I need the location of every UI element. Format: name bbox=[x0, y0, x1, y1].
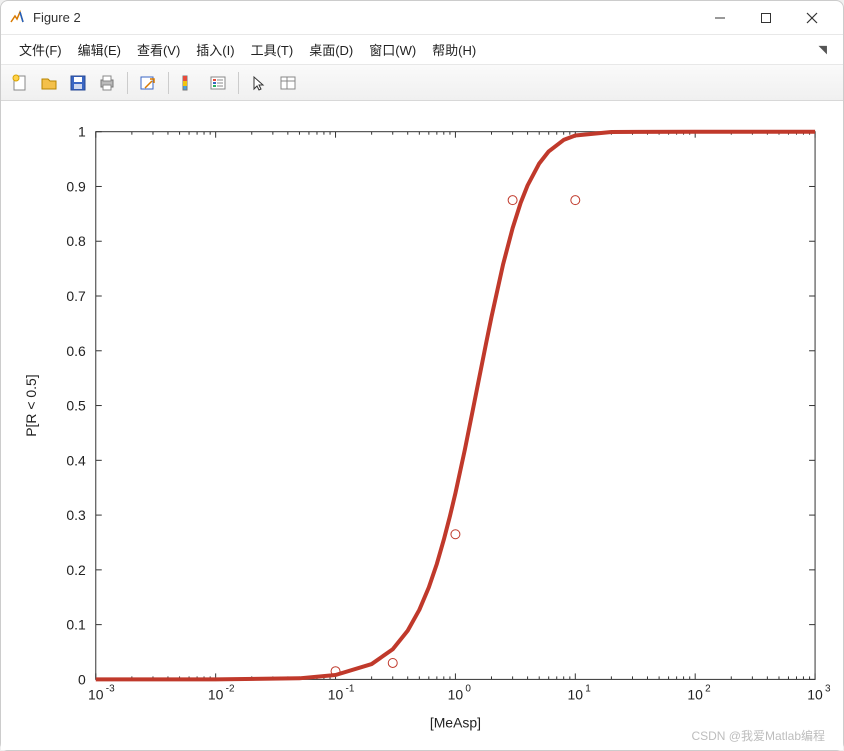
chart-canvas: 10-310-210-110010110210300.10.20.30.40.5… bbox=[1, 101, 843, 750]
svg-text:10: 10 bbox=[208, 686, 224, 702]
svg-text:0: 0 bbox=[465, 683, 471, 694]
menu-view[interactable]: 查看(V) bbox=[129, 36, 188, 63]
menubar: 文件(F) 编辑(E) 查看(V) 插入(I) 工具(T) 桌面(D) 窗口(W… bbox=[1, 35, 843, 65]
svg-text:0.9: 0.9 bbox=[66, 178, 86, 194]
plot-area[interactable]: 10-310-210-110010110210300.10.20.30.40.5… bbox=[1, 101, 843, 750]
menu-overflow-icon[interactable]: ◥ bbox=[819, 43, 833, 56]
svg-text:0.1: 0.1 bbox=[66, 617, 86, 633]
svg-text:0.5: 0.5 bbox=[66, 398, 86, 414]
svg-text:1: 1 bbox=[78, 124, 86, 140]
svg-text:10: 10 bbox=[448, 686, 464, 702]
svg-text:-2: -2 bbox=[226, 683, 235, 694]
menu-insert[interactable]: 插入(I) bbox=[188, 36, 242, 63]
cursor-button[interactable] bbox=[246, 70, 272, 96]
colorbar-button[interactable] bbox=[176, 70, 202, 96]
svg-text:-1: -1 bbox=[346, 683, 355, 694]
svg-text:10: 10 bbox=[88, 686, 104, 702]
svg-text:10: 10 bbox=[568, 686, 584, 702]
svg-text:0.7: 0.7 bbox=[66, 288, 86, 304]
inspector-button[interactable] bbox=[275, 70, 301, 96]
svg-text:P[R < 0.5]: P[R < 0.5] bbox=[23, 374, 39, 436]
svg-text:0.3: 0.3 bbox=[66, 507, 86, 523]
close-button[interactable] bbox=[789, 3, 835, 33]
menu-window[interactable]: 窗口(W) bbox=[361, 36, 424, 63]
open-button[interactable] bbox=[36, 70, 62, 96]
svg-text:0.6: 0.6 bbox=[66, 343, 86, 359]
link-button[interactable] bbox=[135, 70, 161, 96]
svg-text:[MeAsp]: [MeAsp] bbox=[430, 714, 481, 730]
menu-tools[interactable]: 工具(T) bbox=[243, 36, 302, 63]
matlab-icon bbox=[9, 10, 25, 26]
save-button[interactable] bbox=[65, 70, 91, 96]
titlebar: Figure 2 bbox=[1, 1, 843, 35]
legend-button[interactable] bbox=[205, 70, 231, 96]
menu-desktop[interactable]: 桌面(D) bbox=[301, 36, 361, 63]
print-button[interactable] bbox=[94, 70, 120, 96]
svg-text:2: 2 bbox=[705, 683, 711, 694]
menu-edit[interactable]: 编辑(E) bbox=[70, 36, 129, 63]
toolbar bbox=[1, 65, 843, 101]
new-button[interactable] bbox=[7, 70, 33, 96]
svg-text:0: 0 bbox=[78, 671, 86, 687]
svg-text:0.2: 0.2 bbox=[66, 562, 86, 578]
svg-text:1: 1 bbox=[585, 683, 591, 694]
svg-text:10: 10 bbox=[807, 686, 823, 702]
maximize-button[interactable] bbox=[743, 3, 789, 33]
svg-text:3: 3 bbox=[825, 683, 831, 694]
menu-file[interactable]: 文件(F) bbox=[11, 36, 70, 63]
minimize-button[interactable] bbox=[697, 3, 743, 33]
svg-text:10: 10 bbox=[328, 686, 344, 702]
svg-text:0.8: 0.8 bbox=[66, 233, 86, 249]
svg-text:10: 10 bbox=[687, 686, 703, 702]
menu-help[interactable]: 帮助(H) bbox=[424, 36, 484, 63]
window-title: Figure 2 bbox=[33, 10, 81, 25]
svg-text:-3: -3 bbox=[106, 683, 115, 694]
figure-window: Figure 2 文件(F) 编辑(E) 查看(V) 插入(I) 工具(T) 桌… bbox=[0, 0, 844, 751]
svg-text:0.4: 0.4 bbox=[66, 452, 86, 468]
